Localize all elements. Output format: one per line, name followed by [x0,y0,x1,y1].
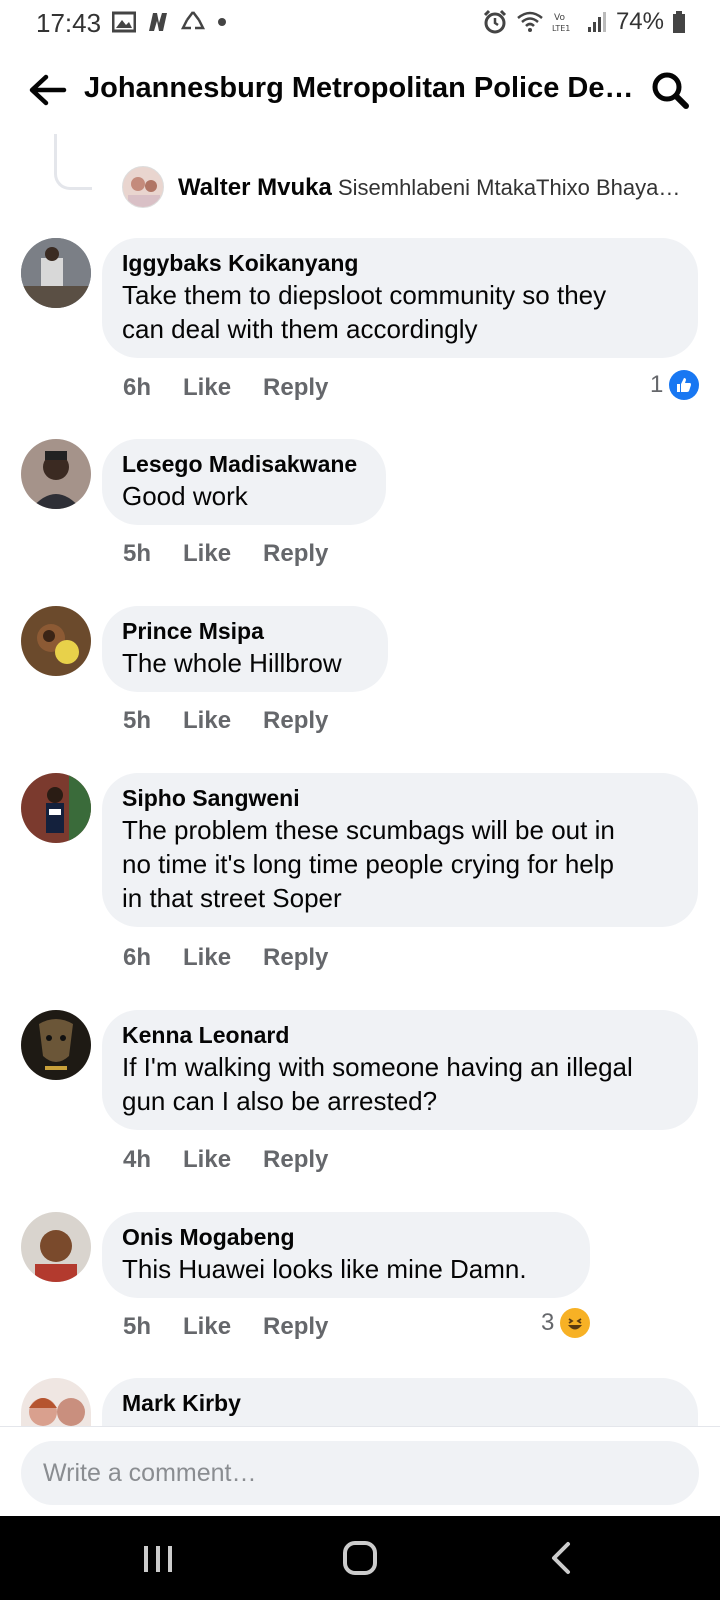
comment-time: 4h [123,1146,152,1173]
comment-time: 6h [123,944,152,971]
comment-author[interactable]: Lesego Madisakwane [122,449,366,479]
recents-button[interactable] [138,1538,178,1578]
app-header: Johannesburg Metropolitan Police Dep… [0,56,720,126]
comment-time: 5h [123,540,152,567]
signal-icon [587,12,606,32]
home-button[interactable] [340,1538,380,1578]
system-nav-bar [0,1516,720,1600]
comment-bubble[interactable]: Iggybaks Koikanyang Take them to diepslo… [102,238,698,358]
comment-author[interactable]: Onis Mogabeng [122,1222,570,1252]
status-time: 17:43 [36,8,102,38]
avatar[interactable] [21,1010,91,1080]
like-button[interactable]: Like [183,944,231,972]
comment-bubble[interactable]: Onis Mogabeng This Huawei looks like min… [102,1212,590,1298]
comment-time: 5h [123,707,152,734]
comment-time: 5h [123,1313,152,1340]
comment-text: The whole Hillbrow [122,648,342,678]
recents-icon [144,1546,172,1572]
comment-text: Take them to diepsloot community so they [122,280,607,310]
avatar[interactable] [21,773,91,843]
comment-input[interactable] [21,1441,699,1505]
avatar[interactable] [21,1212,91,1282]
status-left-icons [112,10,228,34]
comment-text: This Huawei looks like mine Damn. [122,1254,527,1284]
reply-button[interactable]: Reply [263,540,328,568]
comment-actions: 6h Like Reply [123,944,328,972]
reply-text: Sisemhlabeni MtakaThixo Bhaya… [337,175,681,200]
nav-back-button[interactable] [542,1538,582,1578]
comment-text: no time it's long time people crying for… [122,849,614,879]
avatar[interactable] [21,439,91,509]
thread-connector [54,134,92,190]
reply-button[interactable]: Reply [263,374,328,402]
alarm-icon [483,9,507,34]
comment-actions: 6h Like Reply [123,374,328,402]
battery-icon [673,11,685,33]
comment-text: If I'm walking with someone having an il… [122,1052,633,1082]
nav-back-icon [552,1542,570,1574]
like-reaction-icon [669,370,700,400]
back-button[interactable] [26,68,70,112]
comment-bubble[interactable]: Lesego Madisakwane Good work [102,439,386,525]
dot-icon [218,18,226,26]
page-title: Johannesburg Metropolitan Police Dep… [84,72,634,104]
avatar[interactable] [21,238,91,308]
avatar[interactable] [21,1378,91,1426]
reply-preview[interactable]: Walter Mvuka Sisemhlabeni MtakaThixo Bha… [178,174,698,202]
like-button[interactable]: Like [183,1313,231,1341]
comment-actions: 5h Like Reply [123,1313,328,1341]
comment-text: in that street Soper [122,883,342,913]
comment-text: Good work [122,481,248,511]
status-right-icons: Vo LTE1 74% [482,8,686,36]
search-button[interactable] [648,68,692,112]
comment-actions: 5h Like Reply [123,540,328,568]
search-icon [652,72,689,109]
haha-reaction-icon [560,1308,591,1338]
reply-button[interactable]: Reply [263,1146,328,1174]
battery-percent: 74% [615,8,664,35]
svg-text:LTE1: LTE1 [552,24,570,33]
arrow-left-icon [29,74,67,106]
comment-bubble[interactable]: Prince Msipa The whole Hillbrow [102,606,388,692]
reply-button[interactable]: Reply [263,707,328,735]
svg-text:Vo: Vo [554,13,565,23]
comment-author[interactable]: Prince Msipa [122,616,368,646]
reply-author: Walter Mvuka [178,174,332,201]
comment-actions: 5h Like Reply [123,707,328,735]
comment-text: The problem these scumbags will be out i… [122,815,615,845]
comment-time: 6h [123,374,152,401]
comment-author[interactable]: Kenna Leonard [122,1020,678,1050]
comment-text: gun can I also be arrested? [122,1086,438,1116]
comment-bubble[interactable]: Kenna Leonard If I'm walking with someon… [102,1010,698,1130]
comment-text: can deal with them accordingly [122,314,478,344]
reply-button[interactable]: Reply [263,1313,328,1341]
netflix-icon [149,13,167,31]
home-icon [343,1541,377,1575]
avatar[interactable] [21,606,91,676]
comment-actions: 4h Like Reply [123,1146,328,1174]
status-bar: 17:43 Vo LTE1 74% [0,0,720,48]
like-button[interactable]: Like [183,707,231,735]
volte-icon: VoLTE1 [552,13,570,33]
like-button[interactable]: Like [183,374,231,402]
comment-bubble[interactable]: Sipho Sangweni The problem these scumbag… [102,773,698,927]
gallery-icon [112,11,136,33]
comment-author[interactable]: Sipho Sangweni [122,783,678,813]
comment-composer [0,1426,720,1516]
comment-author[interactable]: Mark Kirby [122,1388,678,1418]
reaction-summary[interactable]: 1 [650,370,700,400]
comment-author[interactable]: Iggybaks Koikanyang [122,248,678,278]
comment-bubble[interactable]: Mark Kirby [102,1378,698,1426]
recycle-icon [180,11,206,30]
reaction-summary[interactable]: 3 [541,1308,591,1338]
reaction-count: 3 [541,1309,555,1336]
reaction-count: 1 [650,371,664,398]
wifi-icon [517,11,543,32]
avatar[interactable] [122,166,164,208]
like-button[interactable]: Like [183,1146,231,1174]
like-button[interactable]: Like [183,540,231,568]
reply-button[interactable]: Reply [263,944,328,972]
